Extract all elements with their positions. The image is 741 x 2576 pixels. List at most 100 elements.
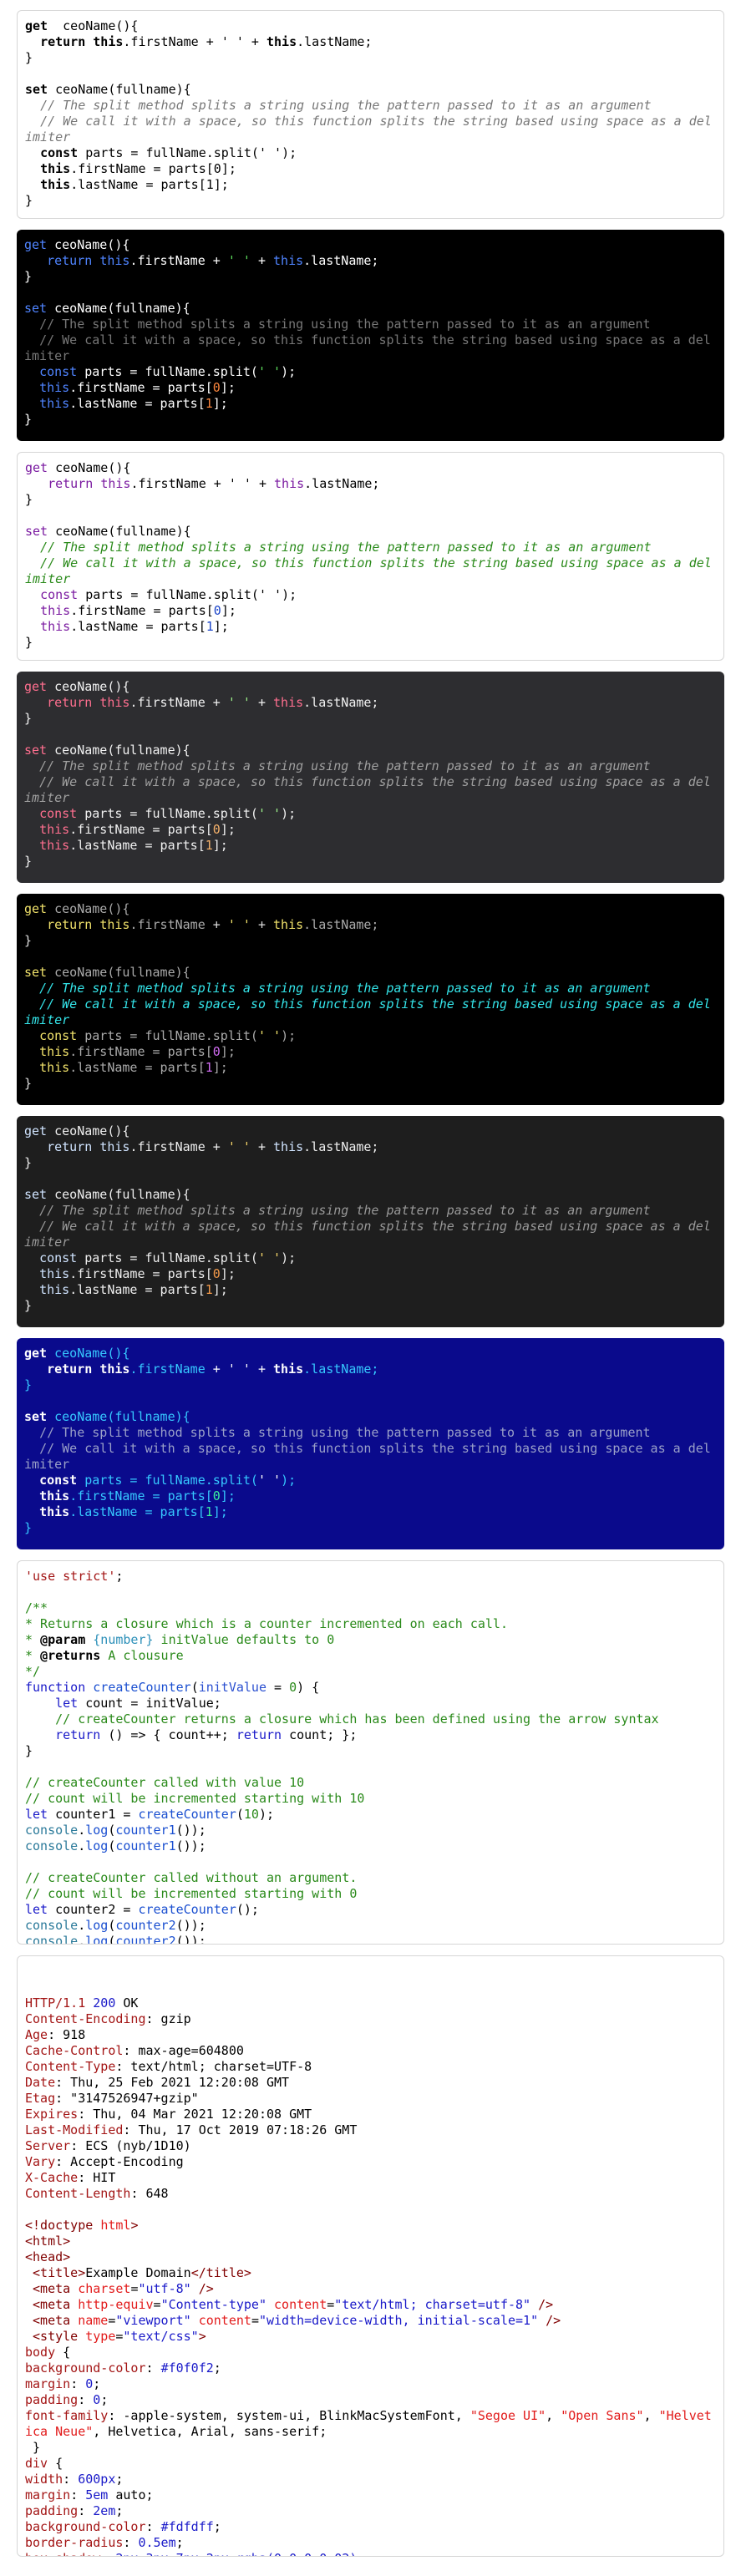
code-line: // We call it with a space, so this func… bbox=[25, 555, 715, 587]
code-token: A clousure bbox=[100, 1648, 184, 1663]
code-token: initValue bbox=[198, 1680, 266, 1695]
code-token: let bbox=[55, 1696, 79, 1711]
code-token: + bbox=[250, 1139, 274, 1154]
code-line: Content-Encoding: gzip bbox=[25, 2011, 715, 2027]
code-line: * Returns a closure which is a counter i… bbox=[25, 1616, 715, 1632]
code-token: .lastName; bbox=[303, 917, 379, 932]
code-token: this bbox=[39, 838, 70, 853]
code-token: get bbox=[24, 237, 48, 252]
code-token: .firstName + bbox=[129, 695, 228, 710]
code-line: // We call it with a space, so this func… bbox=[24, 996, 716, 1028]
code-token: : bbox=[70, 2376, 86, 2391]
code-token: , bbox=[643, 2408, 659, 2423]
code-line: get ceoName(){ bbox=[24, 1346, 716, 1362]
code-token: "text/html; charset=utf-8" bbox=[334, 2297, 531, 2312]
code-token: * Returns a closure which is a counter i… bbox=[25, 1616, 508, 1631]
code-token: 200 bbox=[93, 1995, 116, 2011]
code-token: : bbox=[100, 2551, 115, 2556]
code-token: // The split method splits a string usin… bbox=[25, 540, 652, 555]
code-token: const bbox=[39, 1028, 78, 1043]
code-token: ); bbox=[258, 1807, 275, 1822]
code-line: this.lastName = parts[1]; bbox=[24, 1060, 716, 1076]
code-token: ' ' bbox=[257, 1028, 282, 1043]
code-token: 1 bbox=[205, 396, 213, 411]
code-line: let counter2 = createCounter(); bbox=[25, 1902, 715, 1918]
code-token: // The split method splits a string usin… bbox=[24, 758, 651, 773]
code-line: <html> bbox=[25, 2234, 715, 2249]
code-token: .firstName + bbox=[130, 476, 229, 491]
code-line: console.log(counter1()); bbox=[25, 1838, 715, 1854]
code-token: ; bbox=[213, 2360, 221, 2376]
code-token: + bbox=[205, 1362, 228, 1377]
code-token: // createCounter called without an argum… bbox=[25, 1870, 358, 1885]
code-line: } bbox=[25, 1743, 715, 1759]
code-line: // createCounter called with value 10 bbox=[25, 1775, 715, 1791]
code-token: * bbox=[25, 1632, 41, 1647]
code-token: ); bbox=[281, 1250, 297, 1265]
code-token: // The split method splits a string usin… bbox=[24, 1203, 651, 1218]
code-line: border-radius: 0.5em; bbox=[25, 2535, 715, 2551]
code-line: Date: Thu, 25 Feb 2021 12:20:08 GMT bbox=[25, 2075, 715, 2091]
code-token: 2em bbox=[93, 2503, 116, 2518]
code-token: this bbox=[39, 380, 70, 395]
code-token: margin bbox=[25, 2376, 71, 2391]
code-line: return this.firstName + ' ' + this.lastN… bbox=[25, 476, 715, 492]
code-token: .firstName = parts[ bbox=[69, 380, 213, 395]
code-token: const bbox=[39, 1473, 78, 1488]
code-line: this.firstName = parts[0]; bbox=[24, 380, 716, 396]
code-line: const parts = fullName.split(' '); bbox=[24, 364, 716, 380]
code-line: } bbox=[24, 933, 716, 949]
code-line: const parts = fullName.split(' '); bbox=[24, 1473, 716, 1488]
code-token: this bbox=[39, 1044, 70, 1059]
code-line: Content-Length: 648 bbox=[25, 2186, 715, 2202]
code-token: this bbox=[39, 1266, 70, 1281]
code-token: ceoName(){ bbox=[47, 901, 130, 916]
code-token: count = initValue; bbox=[78, 1696, 221, 1711]
code-token: return bbox=[47, 253, 93, 268]
code-token: .firstName = parts[ bbox=[69, 1044, 213, 1059]
code-token: console bbox=[25, 1934, 79, 1945]
code-line: let count = initValue; bbox=[25, 1696, 715, 1711]
code-token: const bbox=[39, 806, 78, 821]
code-token: ( bbox=[190, 1680, 199, 1695]
code-token: background-color bbox=[25, 2360, 146, 2376]
code-token: 0 bbox=[213, 603, 221, 618]
code-token: ]; bbox=[213, 619, 229, 634]
code-token: () => { count++; bbox=[100, 1727, 236, 1742]
code-token: : max-age=604800 bbox=[123, 2043, 244, 2058]
code-token: @param bbox=[40, 1632, 86, 1647]
code-token: + bbox=[250, 917, 274, 932]
code-line: set ceoName(fullname){ bbox=[25, 82, 715, 98]
code-line: // The split method splits a string usin… bbox=[24, 1425, 716, 1441]
code-token: background-color bbox=[25, 2519, 146, 2534]
code-line: // We call it with a space, so this func… bbox=[24, 332, 716, 364]
code-token: // We call it with a space, so this func… bbox=[25, 114, 712, 145]
code-token: <head> bbox=[25, 2249, 71, 2264]
code-token: <meta bbox=[25, 2297, 79, 2312]
code-token: ) { bbox=[297, 1680, 320, 1695]
code-line: this.firstName = parts[0]; bbox=[25, 161, 715, 177]
code-block-js-closure: 'use strict'; /** * Returns a closure whic… bbox=[17, 1560, 724, 1945]
code-line: get ceoName(){ bbox=[25, 18, 715, 34]
code-line: // The split method splits a string usin… bbox=[25, 540, 715, 555]
code-token: parts = fullName.split( bbox=[77, 1028, 258, 1043]
code-token: this bbox=[39, 1504, 70, 1519]
code-token: this bbox=[273, 1139, 304, 1154]
code-token: set bbox=[24, 1187, 48, 1202]
code-token: border-radius bbox=[25, 2535, 124, 2550]
